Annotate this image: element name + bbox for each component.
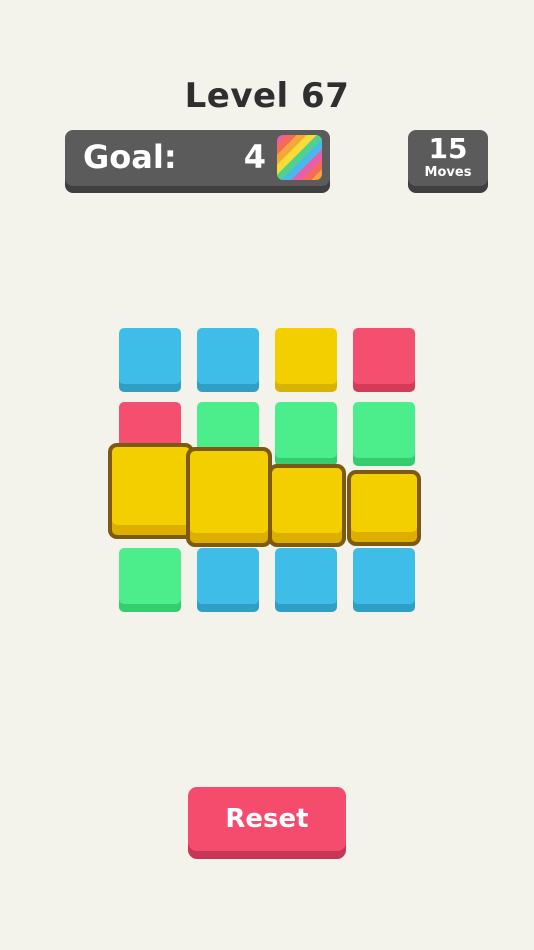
board-tile[interactable]: [353, 548, 415, 604]
board-tile[interactable]: [197, 328, 259, 384]
moves-label: Moves: [424, 165, 472, 180]
moves-count: 15: [428, 132, 468, 165]
board-tile[interactable]: [275, 548, 337, 604]
board-tile[interactable]: [353, 328, 415, 384]
goal-label: Goal:: [83, 138, 177, 176]
selected-tile[interactable]: [186, 447, 272, 547]
selected-tile[interactable]: [347, 470, 421, 546]
selected-tile[interactable]: [108, 443, 194, 539]
goal-panel: Goal: 4: [65, 130, 330, 186]
goal-count: 4: [243, 138, 266, 176]
board-tile[interactable]: [197, 548, 259, 604]
level-title: Level 67: [184, 76, 350, 116]
board-tile[interactable]: [353, 402, 415, 458]
moves-panel: 15 Moves: [408, 130, 488, 186]
board-tile[interactable]: [119, 328, 181, 384]
reset-button[interactable]: Reset: [188, 787, 346, 851]
selected-tile[interactable]: [268, 464, 346, 547]
board-tile[interactable]: [275, 328, 337, 384]
board-tile[interactable]: [119, 548, 181, 604]
rainbow-tile-icon: [277, 135, 322, 180]
board-tile[interactable]: [275, 402, 337, 458]
